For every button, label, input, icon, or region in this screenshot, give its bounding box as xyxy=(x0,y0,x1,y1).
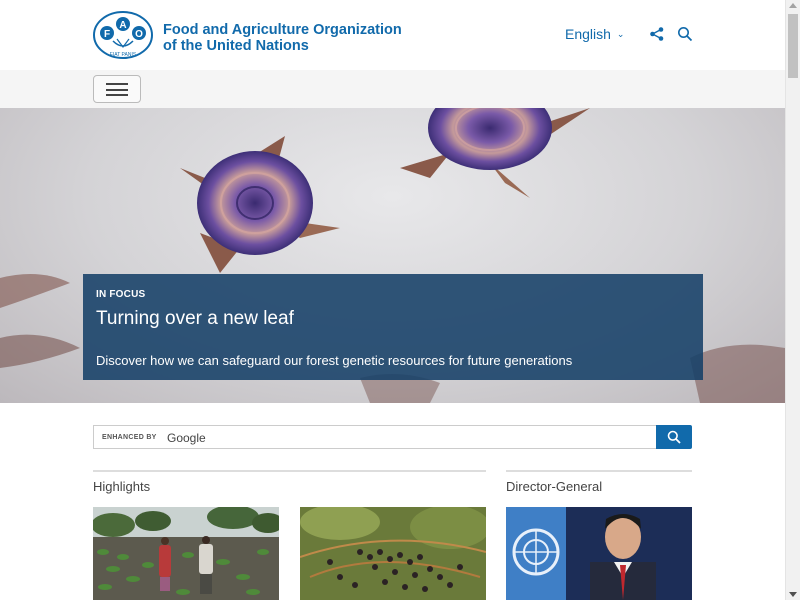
svg-text:FIAT PANIS: FIAT PANIS xyxy=(110,52,137,58)
svg-text:O: O xyxy=(135,29,143,40)
organization-name[interactable]: Food and Agriculture Organization of the… xyxy=(163,22,402,54)
site-search: ENHANCED BY Google xyxy=(93,425,692,449)
site-header: F A O FIAT PANIS Food and Agriculture Or… xyxy=(0,0,785,70)
chevron-down-icon: ⌄ xyxy=(616,29,625,39)
google-watermark: Google xyxy=(167,431,206,445)
hamburger-line xyxy=(106,83,128,85)
director-general-photo xyxy=(506,507,692,600)
vertical-scrollbar[interactable] xyxy=(785,0,800,600)
search-input[interactable]: ENHANCED BY Google xyxy=(93,425,657,449)
director-general-divider xyxy=(506,470,692,472)
hamburger-line xyxy=(106,94,128,96)
in-focus-label: IN FOCUS xyxy=(96,289,146,300)
org-name-line1: Food and Agriculture Organization xyxy=(163,22,402,38)
director-general-heading: Director-General xyxy=(506,479,603,494)
nav-bar xyxy=(0,70,785,108)
hero-banner[interactable]: IN FOCUS Turning over a new leaf Discove… xyxy=(0,108,785,403)
search-icon xyxy=(667,430,681,444)
language-selector[interactable]: English ⌄ xyxy=(565,26,624,42)
highlight-image-farmers xyxy=(93,507,279,600)
fao-logo[interactable]: F A O FIAT PANIS xyxy=(93,11,153,59)
page: F A O FIAT PANIS Food and Agriculture Or… xyxy=(0,0,785,600)
org-name-line2: of the United Nations xyxy=(163,38,309,54)
hero-title[interactable]: Turning over a new leaf xyxy=(96,308,294,330)
hamburger-line xyxy=(106,88,128,91)
scroll-up-icon[interactable] xyxy=(789,3,797,8)
highlight-card-1[interactable] xyxy=(93,507,279,600)
enhanced-by-label: ENHANCED BY xyxy=(102,434,157,441)
hero-description: Discover how we can safeguard our forest… xyxy=(96,353,573,368)
scrollbar-thumb[interactable] xyxy=(788,14,798,78)
svg-text:A: A xyxy=(119,20,126,31)
search-button[interactable] xyxy=(656,425,692,449)
svg-text:F: F xyxy=(104,29,110,40)
language-label: English xyxy=(565,26,611,42)
director-general-card[interactable] xyxy=(506,507,692,600)
scroll-down-icon[interactable] xyxy=(789,592,797,597)
hamburger-menu-button[interactable] xyxy=(93,75,141,103)
highlights-divider xyxy=(93,470,486,472)
highlight-card-2[interactable] xyxy=(300,507,486,600)
highlight-image-berries xyxy=(300,507,486,600)
search-icon[interactable] xyxy=(677,26,693,42)
in-focus-box[interactable]: IN FOCUS Turning over a new leaf Discove… xyxy=(83,274,703,380)
highlights-heading: Highlights xyxy=(93,479,151,494)
share-icon[interactable] xyxy=(649,26,665,42)
